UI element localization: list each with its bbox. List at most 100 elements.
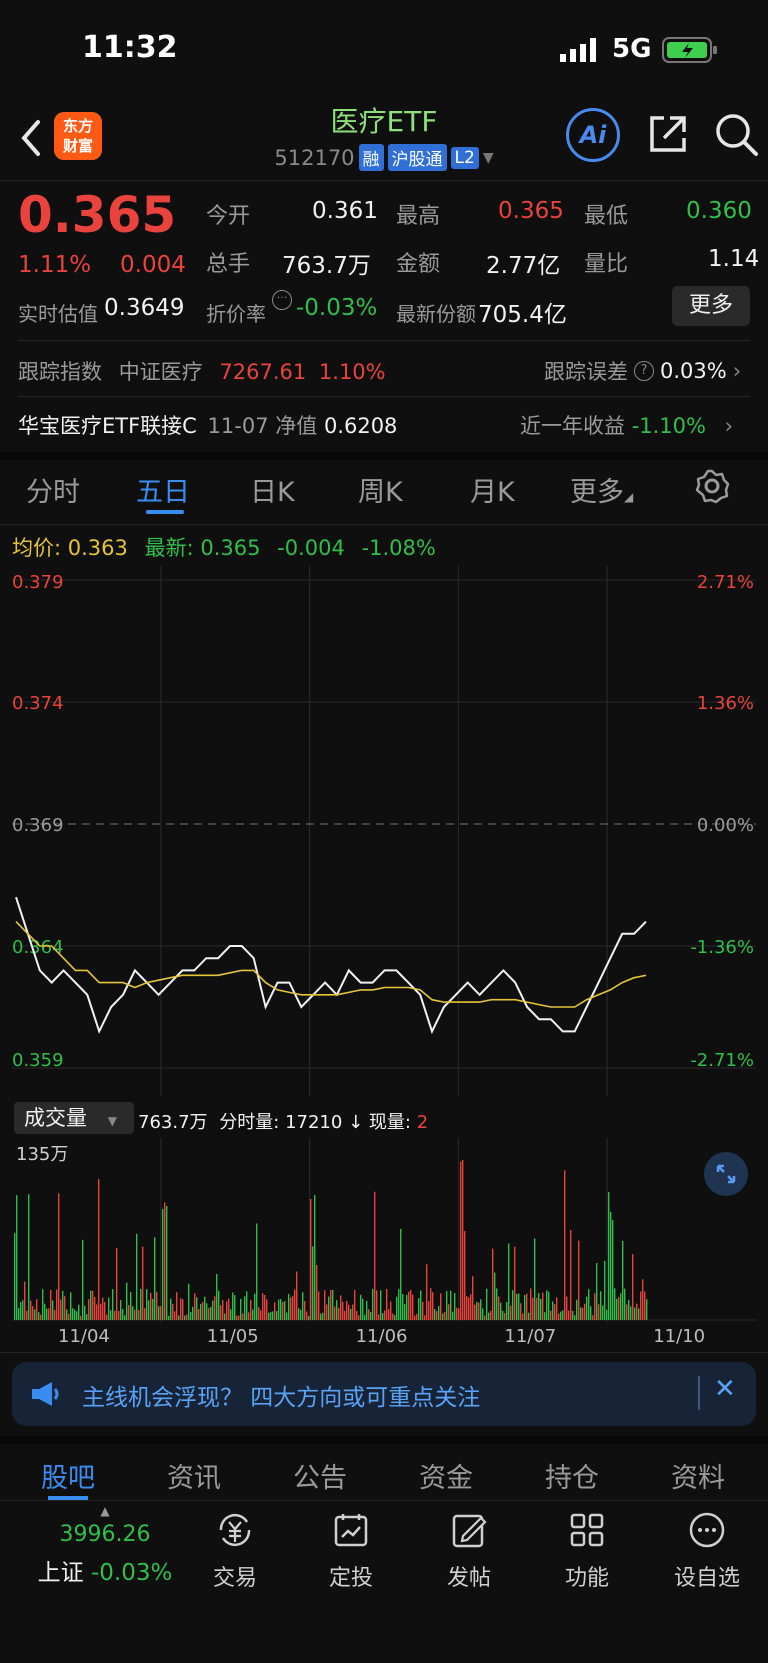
- volume-bar: [440, 1293, 442, 1320]
- index-quote[interactable]: ▲ 3996.26 上证 -0.03%: [20, 1504, 190, 1587]
- volume-bar: [574, 1315, 576, 1320]
- tab-profile[interactable]: 资料: [638, 1456, 758, 1495]
- volume-bar: [514, 1246, 516, 1320]
- volume-bar: [68, 1313, 70, 1320]
- status-time: 11:32: [82, 30, 178, 65]
- expand-icon[interactable]: [704, 1152, 748, 1196]
- add-watchlist-label: 设自选: [673, 1566, 740, 1591]
- volume-bar: [76, 1311, 78, 1320]
- volume-bar: [360, 1294, 362, 1320]
- price-chart[interactable]: 0.379 2.71% 0.374 1.36% 0.369 0.00% 0.364 -1.36…: [12, 566, 756, 1096]
- volume-bar: [40, 1314, 42, 1320]
- volume-bar: [368, 1309, 370, 1320]
- add-watchlist-button[interactable]: 设自选: [652, 1510, 762, 1592]
- volume-bar: [578, 1240, 580, 1320]
- volume-bar: [90, 1290, 92, 1320]
- volume-bar: [576, 1299, 578, 1320]
- volume-bar: [156, 1291, 158, 1320]
- volume-bar: [370, 1312, 372, 1320]
- info-icon[interactable]: ···: [272, 290, 292, 310]
- volume-bar: [50, 1290, 52, 1320]
- y-tick-left: 0.359: [12, 1050, 64, 1071]
- current-vol: 2: [416, 1112, 429, 1133]
- tab-funds[interactable]: 资金: [386, 1456, 506, 1495]
- volume-bar: [300, 1310, 302, 1320]
- volume-bar: [518, 1293, 520, 1320]
- tab-guba[interactable]: 股吧: [8, 1456, 128, 1495]
- tab-news[interactable]: 资讯: [134, 1456, 254, 1495]
- volume-bar: [344, 1310, 346, 1320]
- ai-icon[interactable]: Ai: [566, 108, 620, 162]
- volume-bar: [460, 1161, 462, 1320]
- volume-bar: [56, 1289, 58, 1320]
- volume-bar: [58, 1193, 60, 1320]
- yen-cycle-icon: [219, 1513, 251, 1547]
- volume-bar: [74, 1309, 76, 1320]
- volume-bar: [416, 1313, 418, 1320]
- post-button[interactable]: 发帖: [414, 1510, 524, 1592]
- tab-holdings[interactable]: 持仓: [512, 1456, 632, 1495]
- tab-intraday[interactable]: 分时: [26, 470, 80, 509]
- volume-bar: [290, 1297, 292, 1320]
- linked-fund-return[interactable]: 近一年收益 -1.10% ›: [520, 410, 733, 440]
- amount-value: 2.77亿: [486, 253, 561, 279]
- tag-margin: 融: [358, 144, 384, 171]
- volume-bar: [420, 1290, 422, 1320]
- edit-icon: [452, 1514, 487, 1548]
- volume-bar: [626, 1304, 628, 1320]
- volume-bar: [580, 1307, 582, 1320]
- volume-bar: [414, 1315, 416, 1320]
- tab-weekly-k[interactable]: 周K: [358, 470, 403, 509]
- functions-button[interactable]: 功能: [532, 1510, 642, 1592]
- volume-bar: [168, 1315, 170, 1320]
- volume-bar: [196, 1297, 198, 1320]
- volume-bar: [484, 1315, 486, 1320]
- tab-more[interactable]: 更多◢: [570, 470, 633, 509]
- tab-announcements[interactable]: 公告: [260, 1456, 380, 1495]
- close-icon[interactable]: ✕: [714, 1374, 736, 1404]
- volume-bar: [470, 1294, 472, 1320]
- volume-bar: [204, 1296, 206, 1320]
- trade-button[interactable]: 交易: [180, 1510, 290, 1592]
- volume-bar: [144, 1308, 146, 1320]
- chart-info: 均价: 0.363 最新: 0.365 -0.004 -1.08%: [12, 532, 436, 562]
- auto-invest-button[interactable]: 定投: [296, 1510, 406, 1592]
- volume-bar: [122, 1308, 124, 1320]
- indicator-select[interactable]: 成交量 ▼: [14, 1102, 134, 1134]
- tab-five-day[interactable]: 五日: [136, 470, 190, 509]
- promo-banner[interactable]: 主线机会浮现？ 四大方向或可重点关注 ✕: [12, 1362, 756, 1426]
- volume-bar: [114, 1310, 116, 1320]
- volume-bar: [190, 1311, 192, 1320]
- tag-l2: L2: [450, 146, 479, 169]
- tag-connect: 沪股通: [387, 144, 447, 171]
- volume-bar: [568, 1310, 570, 1320]
- functions-label: 功能: [564, 1566, 609, 1591]
- tracking-row[interactable]: 跟踪指数 中证医疗 7267.61 1.10%: [18, 356, 386, 386]
- volume-bar: [628, 1299, 630, 1320]
- share-icon[interactable]: [646, 112, 690, 156]
- tab-monthly-k[interactable]: 月K: [470, 470, 515, 509]
- volume-bar: [624, 1288, 626, 1320]
- volume-bar: [150, 1292, 152, 1320]
- volume-bar: [364, 1314, 366, 1320]
- volume-bar: [426, 1264, 428, 1320]
- volume-bar: [612, 1219, 614, 1320]
- volume-bar: [112, 1289, 114, 1320]
- auto-invest-label: 定投: [328, 1566, 373, 1591]
- volume-bar: [302, 1292, 304, 1320]
- volume-bar: [644, 1291, 646, 1320]
- volume-bar: [490, 1310, 492, 1320]
- open-label: 今开: [206, 204, 251, 229]
- more-button[interactable]: 更多: [672, 286, 750, 326]
- gear-icon[interactable]: [694, 468, 730, 504]
- tab-daily-k[interactable]: 日K: [250, 470, 295, 509]
- tracking-error[interactable]: 跟踪误差 ? 0.03% ›: [544, 356, 741, 386]
- volume-bar: [454, 1293, 456, 1320]
- volume-chart[interactable]: [12, 1138, 756, 1322]
- volume-bar: [110, 1310, 112, 1320]
- volume-bar: [400, 1228, 402, 1320]
- volume-bar: [434, 1309, 436, 1320]
- linked-fund-row[interactable]: 华宝医疗ETF联接C 11-07 净值 0.6208: [18, 410, 397, 440]
- search-icon[interactable]: [712, 110, 760, 158]
- volume-bar: [548, 1291, 550, 1320]
